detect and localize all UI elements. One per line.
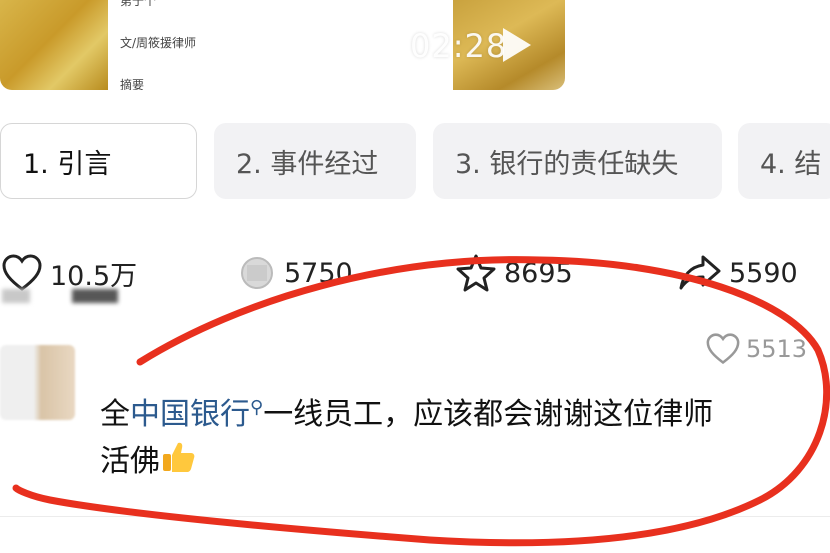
star-icon xyxy=(456,254,496,292)
favorite-count: 8695 xyxy=(504,257,573,289)
article-preview: 第于个 文/周筱援律师 摘要 xyxy=(108,0,453,90)
keyword-link[interactable]: 中国银行 xyxy=(130,397,250,432)
comment-like-button[interactable]: 5513 xyxy=(706,333,807,365)
tab-conclusion[interactable]: 4. 结 xyxy=(738,123,830,199)
avatar[interactable] xyxy=(0,345,75,420)
heart-icon xyxy=(706,333,740,365)
comment-icon xyxy=(241,257,273,289)
video-duration: 02:28 xyxy=(410,27,508,65)
comment-text-prefix: 全 xyxy=(100,397,130,432)
thumbs-up-icon xyxy=(160,439,196,489)
comment-text-main: 一线员工，应该都会谢谢这位律师 xyxy=(263,397,714,432)
share-stat[interactable]: 5590 xyxy=(679,252,798,294)
article-author: 文/周筱援律师 xyxy=(120,36,197,50)
article-top-line: 第于个 xyxy=(120,0,157,8)
tab-label: 1. 引言 xyxy=(23,148,112,180)
article-abstract-label: 摘要 xyxy=(120,78,145,90)
heart-icon xyxy=(2,254,42,291)
comment-like-count: 5513 xyxy=(746,335,808,363)
comment-count: 5750 xyxy=(284,257,353,289)
favorite-stat[interactable]: 8695 xyxy=(456,252,573,294)
like-count: 10.5万 xyxy=(50,260,138,292)
comment-text: 全中国银行⚲一线员工，应该都会谢谢这位律师 活佛 xyxy=(100,384,820,489)
blurred-region xyxy=(2,289,30,303)
divider xyxy=(0,516,830,517)
comment-stat[interactable]: 5750 xyxy=(238,252,353,294)
like-stat[interactable]: 10.5万 xyxy=(2,252,137,294)
tab-label: 2. 事件经过 xyxy=(236,148,379,180)
play-icon[interactable] xyxy=(503,28,531,62)
share-icon xyxy=(679,255,721,290)
tab-label: 3. 银行的责任缺失 xyxy=(455,148,679,180)
search-icon[interactable]: ⚲ xyxy=(250,397,263,418)
share-count: 5590 xyxy=(729,257,798,289)
comment-text-line2: 活佛 xyxy=(100,444,160,479)
video-card[interactable]: 第于个 文/周筱援律师 摘要 02:28 xyxy=(0,0,565,90)
tab-bank-responsibility[interactable]: 3. 银行的责任缺失 xyxy=(433,123,722,199)
tab-intro[interactable]: 1. 引言 xyxy=(0,123,197,199)
tab-event-process[interactable]: 2. 事件经过 xyxy=(214,123,416,199)
tab-label: 4. 结 xyxy=(760,148,822,180)
video-thumbnail-left xyxy=(0,0,108,90)
blurred-region xyxy=(72,289,118,303)
